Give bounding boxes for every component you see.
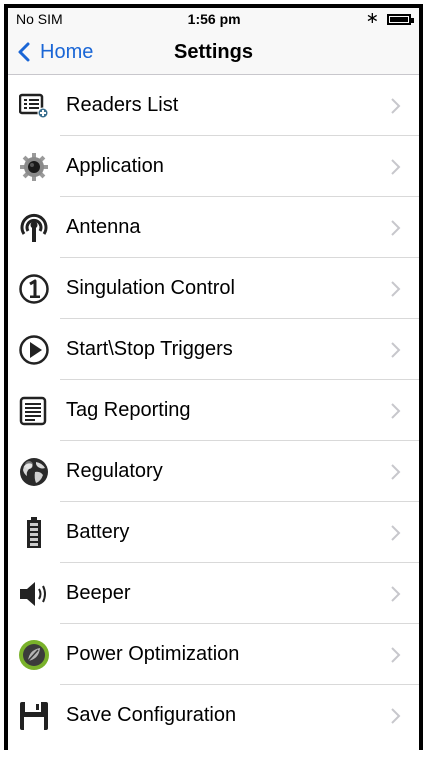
bluetooth-icon: ∗ xyxy=(365,10,379,27)
document-icon xyxy=(18,395,50,427)
chevron-right-icon xyxy=(391,280,401,297)
back-button[interactable]: Home xyxy=(14,30,93,74)
settings-item-label: Antenna xyxy=(66,216,141,238)
settings-item-readers-list[interactable]: Readers List xyxy=(8,75,419,136)
settings-item-save-configuration[interactable]: Save Configuration xyxy=(8,685,419,746)
chevron-right-icon xyxy=(391,524,401,541)
chevron-right-icon xyxy=(391,219,401,236)
settings-item-tag-reporting[interactable]: Tag Reporting xyxy=(8,380,419,441)
antenna-icon xyxy=(18,212,50,244)
settings-item-label: Regulatory xyxy=(66,460,163,482)
settings-item-beeper[interactable]: Beeper xyxy=(8,563,419,624)
speaker-icon xyxy=(18,578,50,610)
settings-item-singulation-control[interactable]: Singulation Control xyxy=(8,258,419,319)
carrier-label: No SIM xyxy=(16,11,63,27)
back-button-label: Home xyxy=(40,40,94,63)
chevron-left-icon xyxy=(18,42,30,62)
settings-item-start-stop-triggers[interactable]: Start\Stop Triggers xyxy=(8,319,419,380)
chevron-right-icon xyxy=(391,585,401,602)
status-indicators: ∗ xyxy=(365,10,414,27)
settings-item-antenna[interactable]: Antenna xyxy=(8,197,419,258)
chevron-right-icon xyxy=(391,158,401,175)
readers-list-icon xyxy=(18,90,50,122)
number-one-icon xyxy=(18,273,50,305)
settings-item-application[interactable]: Application xyxy=(8,136,419,197)
settings-item-power-optimization[interactable]: Power Optimization xyxy=(8,624,419,685)
settings-item-label: Start\Stop Triggers xyxy=(66,338,233,360)
battery-level-icon xyxy=(18,516,50,549)
chevron-right-icon xyxy=(391,341,401,358)
play-icon xyxy=(18,334,50,366)
settings-item-battery[interactable]: Battery xyxy=(8,502,419,563)
settings-item-label: Application xyxy=(66,155,164,177)
settings-item-label: Tag Reporting xyxy=(66,399,191,421)
power-optimization-icon xyxy=(18,639,50,671)
status-time: 1:56 pm xyxy=(187,11,241,27)
chevron-right-icon xyxy=(391,97,401,114)
gear-icon xyxy=(18,151,50,183)
battery-icon xyxy=(386,13,414,25)
chevron-right-icon xyxy=(391,463,401,480)
save-icon xyxy=(18,700,50,732)
chevron-right-icon xyxy=(391,402,401,419)
navigation-bar: Home Settings xyxy=(8,30,419,75)
settings-item-label: Save Configuration xyxy=(66,704,237,726)
settings-item-label: Power Optimization xyxy=(66,643,240,665)
settings-item-label: Singulation Control xyxy=(66,277,235,299)
app-screen: No SIM 1:56 pm ∗ Home Settings Readers L… xyxy=(4,4,423,750)
settings-list: Readers List Application Antenna Singula… xyxy=(8,75,419,746)
chevron-right-icon xyxy=(391,707,401,724)
settings-item-label: Beeper xyxy=(66,582,131,604)
settings-item-regulatory[interactable]: Regulatory xyxy=(8,441,419,502)
globe-icon xyxy=(18,456,50,488)
status-bar: No SIM 1:56 pm ∗ xyxy=(8,8,419,30)
chevron-right-icon xyxy=(391,646,401,663)
settings-item-label: Battery xyxy=(66,521,130,543)
settings-item-label: Readers List xyxy=(66,94,179,116)
